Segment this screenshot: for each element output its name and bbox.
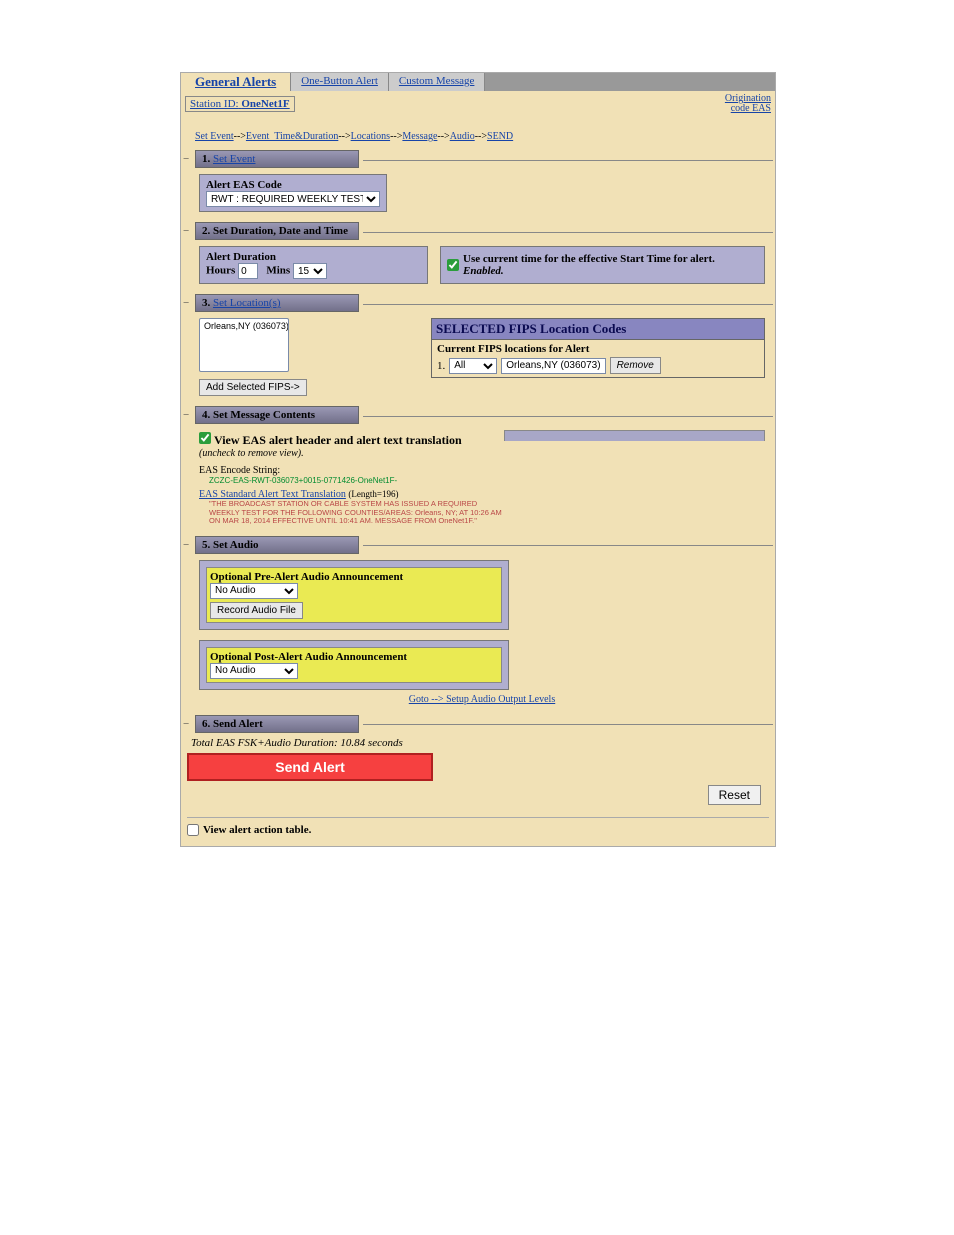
crumb-send[interactable]: SEND xyxy=(487,131,513,142)
section-3-header: − 3. Set Location(s) xyxy=(183,294,773,312)
setup-audio-levels-link[interactable]: Goto --> Setup Audio Output Levels xyxy=(409,694,555,705)
mins-select[interactable]: 15 xyxy=(293,263,327,279)
add-selected-fips-button[interactable]: Add Selected FIPS-> xyxy=(199,379,307,396)
section-1-header: − 1. Set Event xyxy=(183,150,773,168)
app-container: General Alerts One-Button Alert Custom M… xyxy=(180,72,776,847)
crumb-message[interactable]: Message xyxy=(402,131,437,142)
translation-body: "THE BROADCAST STATION OR CABLE SYSTEM H… xyxy=(209,500,509,526)
use-current-time-box: Use current time for the effective Start… xyxy=(440,246,765,284)
crumb-locations[interactable]: Locations xyxy=(351,131,390,142)
pre-alert-audio-box: Optional Pre-Alert Audio Announcement No… xyxy=(199,560,509,630)
uncheck-note: (uncheck to remove view). xyxy=(199,448,504,459)
encode-string-label: EAS Encode String: xyxy=(199,465,765,476)
collapse-toggle[interactable]: − xyxy=(183,409,191,421)
fips-code-display: Orleans,NY (036073) xyxy=(501,358,605,374)
duration-box: Alert Duration Hours Mins 15 xyxy=(199,246,428,284)
fips-subdivision-select[interactable]: All xyxy=(449,358,497,374)
use-current-time-checkbox[interactable] xyxy=(447,259,459,271)
alert-eas-code-label: Alert EAS Code xyxy=(206,179,282,191)
duration-label: Alert Duration xyxy=(206,251,276,263)
eas-code-select[interactable]: RWT : REQUIRED WEEKLY TEST xyxy=(206,191,380,207)
post-alert-audio-box: Optional Post-Alert Audio Announcement N… xyxy=(199,640,509,690)
available-locations-list[interactable]: Orleans,NY (036073) xyxy=(199,318,289,372)
send-alert-button[interactable]: Send Alert xyxy=(187,753,433,781)
view-action-table-row: View alert action table. xyxy=(181,820,775,846)
tab-bar: General Alerts One-Button Alert Custom M… xyxy=(181,73,775,91)
message-titlebar xyxy=(504,430,765,441)
tab-one-button-alert[interactable]: One-Button Alert xyxy=(291,73,389,91)
current-fips-label: Current FIPS locations for Alert xyxy=(437,343,589,355)
section-3-title-link[interactable]: Set Location(s) xyxy=(213,297,281,309)
origination-code-link[interactable]: Origination code EAS xyxy=(725,94,771,114)
section-1-title-link[interactable]: Set Event xyxy=(213,153,255,165)
crumb-event-time[interactable]: Event_Time&Duration xyxy=(246,131,338,142)
post-alert-audio-select[interactable]: No Audio xyxy=(210,663,298,679)
record-audio-button[interactable]: Record Audio File xyxy=(210,602,303,619)
alert-eas-code-box: Alert EAS Code RWT : REQUIRED WEEKLY TES… xyxy=(199,174,387,212)
section-4-header: − 4. Set Message Contents xyxy=(183,406,773,424)
collapse-toggle[interactable]: − xyxy=(183,539,191,551)
breadcrumb: Set Event-->Event_Time&Duration-->Locati… xyxy=(181,117,775,146)
section-6-header: − 6. Send Alert xyxy=(183,715,773,733)
reset-button[interactable]: Reset xyxy=(708,785,761,805)
collapse-toggle[interactable]: − xyxy=(183,297,191,309)
view-header-label: View EAS alert header and alert text tra… xyxy=(214,433,462,447)
view-header-checkbox[interactable] xyxy=(199,432,211,444)
collapse-toggle[interactable]: − xyxy=(183,225,191,237)
view-action-table-label: View alert action table. xyxy=(203,824,311,836)
collapse-toggle[interactable]: − xyxy=(183,153,191,165)
section-5-header: − 5. Set Audio xyxy=(183,536,773,554)
total-duration-label: Total EAS FSK+Audio Duration: 10.84 seco… xyxy=(191,737,769,749)
view-action-table-checkbox[interactable] xyxy=(187,824,199,836)
top-info-row: Station ID: OneNet1F Origination code EA… xyxy=(181,91,775,117)
selected-fips-body: Current FIPS locations for Alert 1. All … xyxy=(431,340,765,378)
pre-alert-audio-select[interactable]: No Audio xyxy=(210,583,298,599)
crumb-audio[interactable]: Audio xyxy=(450,131,475,142)
hours-input[interactable] xyxy=(238,263,258,279)
station-id-link[interactable]: Station ID: OneNet1F xyxy=(185,96,295,112)
encode-string-value: ZCZC-EAS-RWT-036073+0015-0771426-OneNet1… xyxy=(209,476,765,485)
collapse-toggle[interactable]: − xyxy=(183,718,191,730)
translation-length: (Length=196) xyxy=(348,489,398,499)
crumb-set-event[interactable]: Set Event xyxy=(195,131,234,142)
tab-general-alerts[interactable]: General Alerts xyxy=(181,73,291,91)
selected-fips-header: SELECTED FIPS Location Codes xyxy=(431,318,765,340)
post-alert-audio-label: Optional Post-Alert Audio Announcement xyxy=(210,651,407,663)
remove-fips-button[interactable]: Remove xyxy=(610,357,661,374)
tab-custom-message[interactable]: Custom Message xyxy=(389,73,485,91)
pre-alert-audio-label: Optional Pre-Alert Audio Announcement xyxy=(210,571,403,583)
section-2-header: − 2. Set Duration, Date and Time xyxy=(183,222,773,240)
